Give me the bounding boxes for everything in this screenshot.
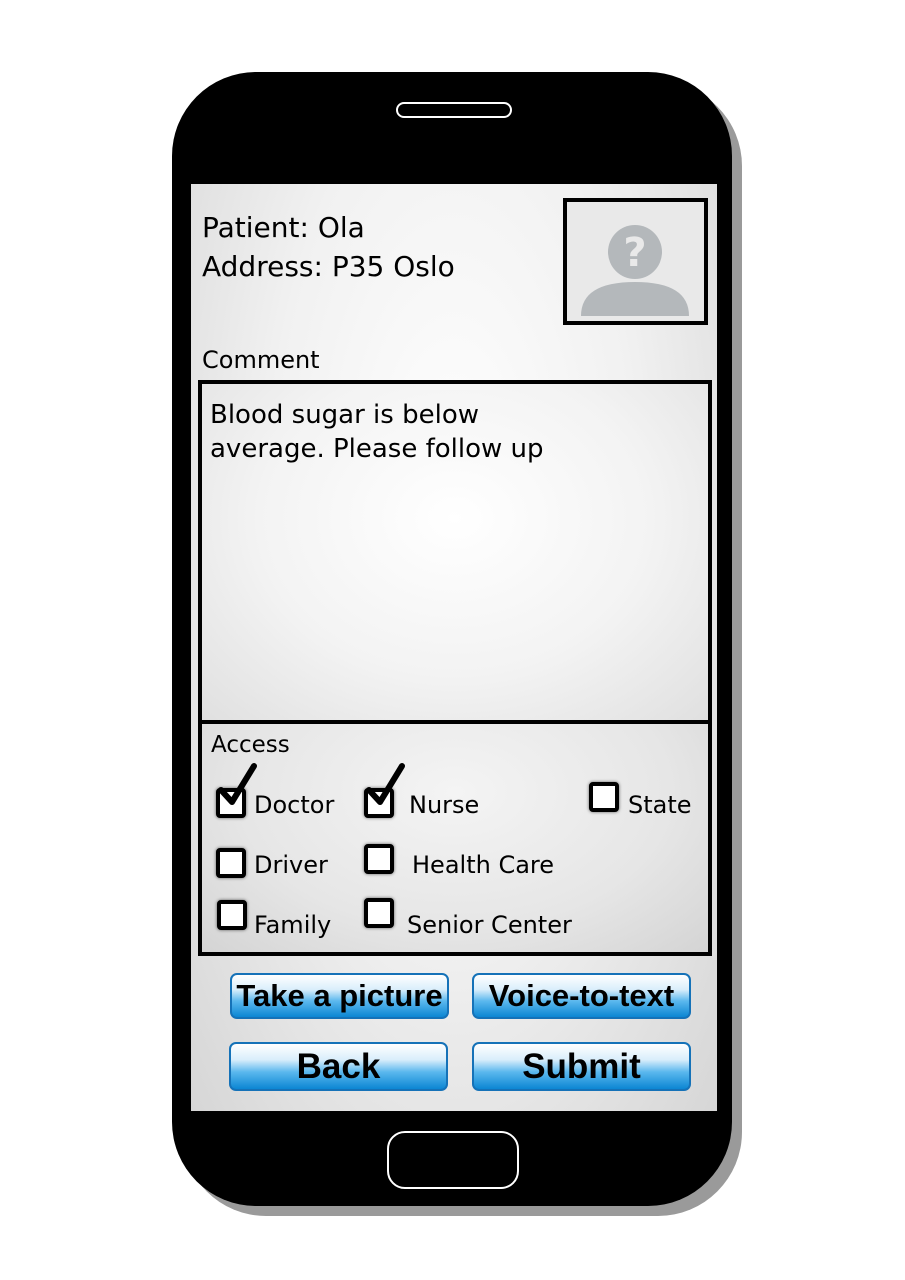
checkmark-icon (366, 763, 405, 805)
submit-button[interactable]: Submit (472, 1042, 691, 1091)
family-label: Family (254, 911, 332, 939)
patient-name: Patient: Ola (202, 211, 365, 244)
speaker-slot (396, 102, 512, 118)
home-button[interactable] (387, 1131, 519, 1189)
comment-label: Comment (202, 346, 320, 374)
comment-textarea[interactable]: Blood sugar is below average. Please fol… (198, 380, 712, 724)
senior-center-checkbox[interactable] (364, 898, 394, 928)
access-label: Access (211, 732, 290, 758)
svg-text:?: ? (623, 230, 646, 276)
unknown-person-icon: ? (581, 225, 689, 316)
health-care-checkbox[interactable] (364, 844, 394, 874)
access-panel: Access Doctor Nurse State Driver Health … (198, 720, 712, 956)
family-checkbox[interactable] (217, 900, 247, 930)
patient-photo[interactable]: ? (563, 198, 708, 325)
patient-info: Patient: Ola Address: P35 Oslo (202, 208, 455, 286)
driver-label: Driver (254, 851, 328, 879)
voice-to-text-button[interactable]: Voice-to-text (472, 973, 691, 1019)
app-screen: Patient: Ola Address: P35 Oslo ? Comment… (191, 184, 717, 1111)
doctor-label: Doctor (254, 791, 335, 819)
state-checkbox[interactable] (589, 782, 619, 812)
state-label: State (628, 791, 692, 819)
take-picture-button[interactable]: Take a picture (230, 973, 449, 1019)
driver-checkbox[interactable] (216, 848, 246, 878)
health-care-label: Health Care (412, 851, 555, 879)
nurse-label: Nurse (409, 791, 480, 819)
senior-center-label: Senior Center (407, 911, 572, 939)
back-button[interactable]: Back (229, 1042, 448, 1091)
comment-text: Blood sugar is below average. Please fol… (210, 400, 544, 464)
patient-address: Address: P35 Oslo (202, 250, 455, 283)
